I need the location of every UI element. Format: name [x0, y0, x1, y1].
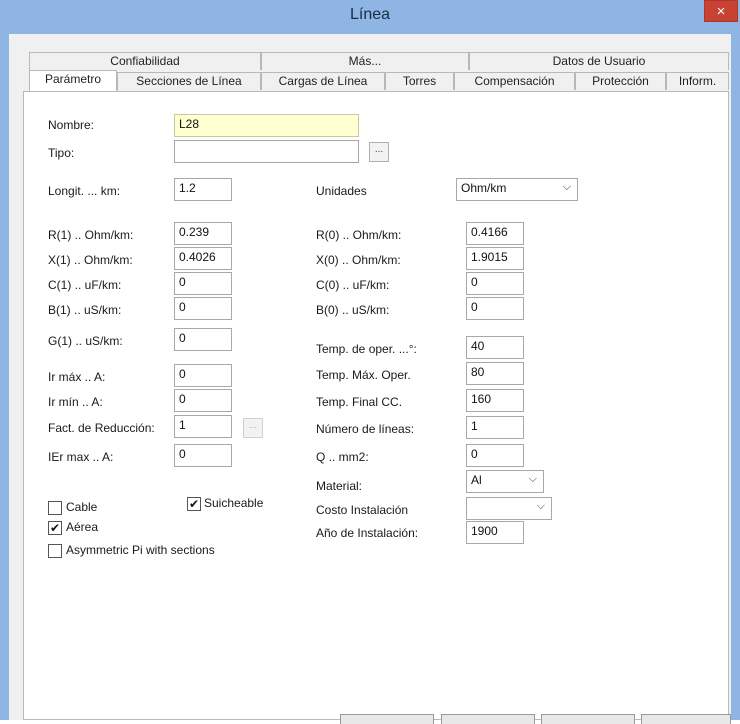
ir-max-label: Ir máx .. A:: [48, 370, 106, 384]
chevron-down-icon: ⌵: [562, 181, 571, 193]
b1-label: B(1) .. uS/km:: [48, 303, 122, 317]
c0-input[interactable]: 0: [466, 272, 524, 295]
anio-input[interactable]: 1900: [466, 521, 524, 544]
x0-input[interactable]: 1.9015: [466, 247, 524, 270]
tab-proteccion[interactable]: Protección: [575, 72, 666, 90]
r1-input[interactable]: 0.239: [174, 222, 232, 245]
temp-oper-label: Temp. de oper. ...°:: [316, 342, 417, 356]
x1-label: X(1) .. Ohm/km:: [48, 253, 133, 267]
material-select[interactable]: Al ⌵: [466, 470, 544, 493]
aerea-label: Aérea: [66, 520, 99, 534]
unidades-value: Ohm/km: [461, 181, 507, 195]
tab-compensacion[interactable]: Compensación: [454, 72, 575, 90]
tipo-input[interactable]: [174, 140, 359, 163]
ir-max-input[interactable]: 0: [174, 364, 232, 387]
material-value: Al: [471, 473, 482, 487]
title-bar: Línea ×: [0, 0, 740, 34]
x1-input[interactable]: 0.4026: [174, 247, 232, 270]
tipo-label: Tipo:: [48, 146, 75, 160]
q-mm2-input[interactable]: 0: [466, 444, 524, 467]
chevron-down-icon: ⌵: [536, 500, 545, 512]
q-mm2-label: Q .. mm2:: [316, 450, 369, 464]
unidades-label: Unidades: [316, 184, 367, 198]
suicheable-checkbox[interactable]: ✔: [187, 497, 201, 511]
dialog-button-2[interactable]: [441, 714, 535, 724]
g1-label: G(1) .. uS/km:: [48, 334, 123, 348]
temp-final-cc-label: Temp. Final CC.: [316, 395, 403, 409]
c1-input[interactable]: 0: [174, 272, 232, 295]
tipo-browse-button[interactable]: ...: [369, 142, 389, 162]
longitud-input[interactable]: 1.2: [174, 178, 232, 201]
tab-mas[interactable]: Más...: [261, 52, 469, 70]
b0-input[interactable]: 0: [466, 297, 524, 320]
ir-min-input[interactable]: 0: [174, 389, 232, 412]
r0-input[interactable]: 0.4166: [466, 222, 524, 245]
fact-reduccion-label: Fact. de Reducción:: [48, 421, 155, 435]
aerea-checkbox[interactable]: ✔: [48, 521, 62, 535]
costo-label: Costo Instalación: [316, 503, 409, 517]
unidades-select[interactable]: Ohm/km ⌵: [456, 178, 578, 201]
g1-input[interactable]: 0: [174, 328, 232, 351]
cable-label: Cable: [66, 500, 98, 514]
temp-max-oper-input[interactable]: 80: [466, 362, 524, 385]
chevron-down-icon: ⌵: [528, 473, 537, 485]
r1-label: R(1) .. Ohm/km:: [48, 228, 134, 242]
tab-inform[interactable]: Inform.: [666, 72, 729, 90]
numero-lineas-label: Número de líneas:: [316, 422, 415, 436]
temp-max-oper-label: Temp. Máx. Oper.: [316, 368, 411, 382]
ier-max-label: IEr max .. A:: [48, 450, 114, 464]
c0-label: C(0) .. uF/km:: [316, 278, 390, 292]
cable-checkbox[interactable]: [48, 501, 62, 515]
tab-parametro[interactable]: Parámetro: [29, 70, 117, 91]
temp-oper-input[interactable]: 40: [466, 336, 524, 359]
asymmetric-pi-label: Asymmetric Pi with sections: [66, 543, 215, 557]
window-title: Línea: [349, 6, 391, 23]
dialog-button-3[interactable]: [541, 714, 635, 724]
c1-label: C(1) .. uF/km:: [48, 278, 122, 292]
longitud-label: Longit. ... km:: [48, 184, 121, 198]
tab-confiabilidad[interactable]: Confiabilidad: [29, 52, 261, 70]
fact-reduccion-browse-button[interactable]: ...: [243, 418, 263, 438]
b0-label: B(0) .. uS/km:: [316, 303, 390, 317]
suicheable-label: Suicheable: [204, 496, 264, 510]
close-icon[interactable]: ×: [704, 0, 738, 22]
tab-torres[interactable]: Torres: [385, 72, 454, 90]
tab-secciones-linea[interactable]: Secciones de Línea: [117, 72, 261, 90]
tab-datos-usuario[interactable]: Datos de Usuario: [469, 52, 729, 70]
dialog-button-1[interactable]: [340, 714, 434, 724]
costo-select[interactable]: ⌵: [466, 497, 552, 520]
temp-final-cc-input[interactable]: 160: [466, 389, 524, 412]
ir-min-label: Ir mín .. A:: [48, 395, 103, 409]
ier-max-input[interactable]: 0: [174, 444, 232, 467]
b1-input[interactable]: 0: [174, 297, 232, 320]
dialog-button-4[interactable]: [641, 714, 731, 724]
asymmetric-pi-checkbox[interactable]: [48, 544, 62, 558]
material-label: Material:: [316, 479, 363, 493]
fact-reduccion-input[interactable]: 1: [174, 415, 232, 438]
nombre-label: Nombre:: [48, 118, 95, 132]
x0-label: X(0) .. Ohm/km:: [316, 253, 401, 267]
anio-label: Año de Instalación:: [316, 526, 419, 540]
nombre-input[interactable]: L28: [174, 114, 359, 137]
numero-lineas-input[interactable]: 1: [466, 416, 524, 439]
tab-cargas-linea[interactable]: Cargas de Línea: [261, 72, 385, 90]
r0-label: R(0) .. Ohm/km:: [316, 228, 402, 242]
